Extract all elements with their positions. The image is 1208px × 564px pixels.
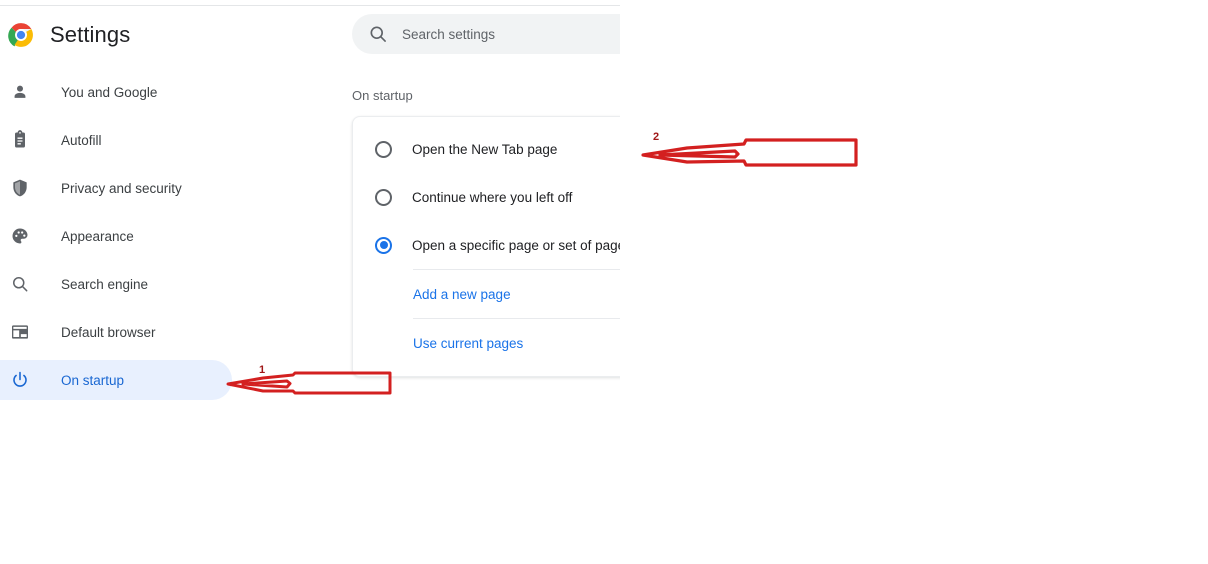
person-icon: [10, 82, 30, 102]
startup-option-open-new-tab-page[interactable]: Open the New Tab page: [353, 125, 620, 173]
sidebar-item-appearance[interactable]: Appearance: [0, 216, 248, 256]
sidebar-item-privacy-and-security[interactable]: Privacy and security: [0, 168, 248, 208]
radio-button[interactable]: [375, 188, 392, 206]
magnifier-icon: [10, 274, 30, 294]
page-title: Settings: [50, 22, 131, 47]
section-title: On startup: [352, 88, 413, 103]
sidebar-item-label: Autofill: [61, 132, 102, 148]
sidebar-item-search-engine[interactable]: Search engine: [0, 264, 248, 304]
sidebar-item-on-startup[interactable]: On startup: [0, 360, 232, 400]
startup-option-continue-where-left-off[interactable]: Continue where you left off: [353, 173, 620, 221]
sidebar-item-label: Search engine: [61, 276, 149, 292]
radio-label: Open the New Tab page: [412, 141, 558, 157]
settings-main-content: On startup Open the New Tab page Continu…: [352, 88, 620, 377]
use-current-pages-link[interactable]: Use current pages: [353, 319, 620, 367]
sidebar-item-label: You and Google: [61, 84, 158, 100]
annotation-number-1: 1: [259, 364, 266, 376]
sidebar-item-label: On startup: [61, 372, 125, 388]
search-input[interactable]: [400, 25, 620, 43]
link-label: Add a new page: [413, 286, 511, 302]
radio-button[interactable]: [375, 140, 392, 158]
sidebar-item-label: Privacy and security: [61, 180, 182, 196]
sidebar-item-default-browser[interactable]: Default browser: [0, 312, 248, 352]
sidebar-item-label: Default browser: [61, 324, 156, 340]
top-divider: [0, 5, 620, 6]
sidebar-item-label: Appearance: [61, 228, 134, 244]
radio-label: Continue where you left off: [412, 189, 573, 205]
search-icon: [368, 24, 388, 44]
link-label: Use current pages: [413, 335, 524, 351]
browser-window-icon: [10, 322, 30, 342]
radio-label: Open a specific page or set of pages: [412, 237, 620, 253]
shield-icon: [10, 178, 30, 198]
on-startup-card: Open the New Tab page Continue where you…: [352, 116, 620, 377]
power-icon: [10, 370, 30, 390]
search-settings-box[interactable]: [352, 14, 620, 54]
palette-icon: [10, 226, 30, 246]
chrome-logo-icon: [8, 22, 34, 48]
browser-content-pane: Settings You and Google: [0, 0, 620, 564]
sidebar-item-autofill[interactable]: Autofill: [0, 120, 248, 160]
sidebar-item-you-and-google[interactable]: You and Google: [0, 72, 248, 112]
radio-button-selected[interactable]: [375, 236, 392, 254]
clipboard-icon: [10, 130, 30, 150]
annotation-arrow-2: [641, 138, 858, 167]
settings-sidebar: You and Google Autofill Privacy and secu…: [0, 72, 248, 408]
annotation-number-2: 2: [653, 131, 660, 143]
startup-option-open-specific-page[interactable]: Open a specific page or set of pages: [353, 221, 620, 269]
add-a-new-page-link[interactable]: Add a new page: [353, 270, 620, 318]
settings-header: Settings: [0, 14, 130, 56]
